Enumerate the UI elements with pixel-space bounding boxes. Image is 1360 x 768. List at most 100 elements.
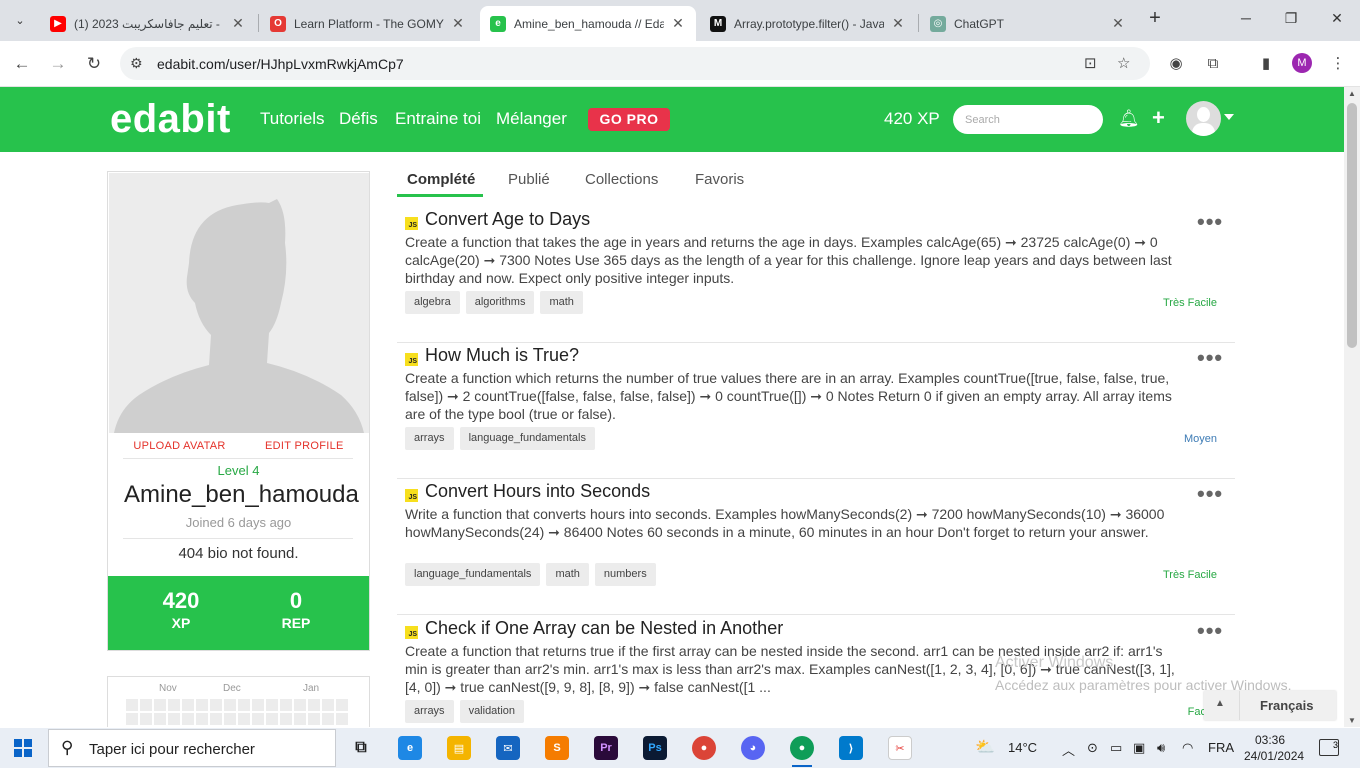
tag[interactable]: arrays [405, 427, 454, 450]
vscode-icon[interactable]: ⟩ [839, 736, 863, 760]
close-tab-icon[interactable]: ✕ [230, 15, 246, 32]
browser-tab[interactable]: ◎ ChatGPT ✕ [920, 6, 1136, 41]
new-tab-button[interactable]: + [1144, 8, 1166, 30]
chrome-profile-icon[interactable]: ● [790, 736, 814, 760]
challenge-title[interactable]: Convert Age to Days [425, 209, 590, 230]
forward-icon[interactable]: → [47, 53, 69, 75]
tab-search-dropdown-icon[interactable]: ⌄ [8, 8, 32, 32]
mail-icon[interactable]: ✉ [496, 736, 520, 760]
extension-colorful-icon[interactable]: ◉ [1165, 53, 1187, 75]
menu-kebab-icon[interactable]: ⋮ [1327, 53, 1349, 75]
plus-icon[interactable]: + [1152, 105, 1165, 131]
file-explorer-icon[interactable]: ▤ [447, 736, 471, 760]
nav-practice[interactable]: Entraine toi [395, 109, 481, 129]
scrollbar-thumb[interactable] [1347, 103, 1357, 348]
premiere-pro-icon[interactable]: Pr [594, 736, 618, 760]
activity-day [266, 699, 278, 711]
bookmark-star-icon[interactable]: ☆ [1117, 54, 1130, 72]
tab-completed[interactable]: Complété [407, 171, 475, 188]
tag[interactable]: validation [459, 700, 525, 723]
address-bar[interactable]: ⚙ edabit.com/user/HJhpLvxmRwkjAmCp7 ⊡ ☆ [120, 47, 1150, 80]
taskbar-search-placeholder[interactable]: Taper ici pour rechercher [89, 741, 255, 758]
challenge-card[interactable]: JS Convert Hours into Seconds Write a func… [397, 478, 1235, 615]
discord-icon[interactable]: ◕ [741, 736, 765, 760]
challenge-title[interactable]: How Much is True? [425, 345, 579, 366]
display-icon[interactable]: ▣ [1133, 740, 1145, 756]
close-tab-icon[interactable]: ✕ [1110, 15, 1126, 32]
close-tab-icon[interactable]: ✕ [450, 15, 466, 32]
challenge-card[interactable]: JS How Much is True? Create a function whi… [397, 342, 1235, 479]
user-avatar[interactable] [1186, 101, 1221, 136]
sublime-text-icon[interactable]: S [545, 736, 569, 760]
nav-challenges[interactable]: Défis [339, 109, 378, 129]
input-language[interactable]: FRA [1208, 740, 1234, 755]
bell-icon[interactable]: 🔔︎ [1118, 109, 1140, 129]
snipping-tool-icon[interactable]: ✂ [888, 736, 912, 760]
browser-tab[interactable]: O Learn Platform - The GOMYC ✕ [260, 6, 476, 41]
tag[interactable]: language_fundamentals [459, 427, 595, 450]
close-tab-icon[interactable]: ✕ [670, 15, 686, 32]
challenge-title[interactable]: Check if One Array can be Nested in Anot… [425, 618, 783, 639]
browser-tab[interactable]: M Array.prototype.filter() - JavaS ✕ [700, 6, 916, 41]
translate-icon[interactable]: ⊡ [1084, 54, 1097, 72]
scroll-up-icon[interactable]: ▲ [1348, 89, 1356, 98]
scroll-down-icon[interactable]: ▼ [1348, 716, 1356, 725]
more-options-icon[interactable]: ••• [1197, 345, 1223, 371]
reload-icon[interactable]: ↻ [83, 53, 105, 75]
tag[interactable]: algebra [405, 291, 460, 314]
side-panel-icon[interactable]: ▮ [1255, 53, 1277, 75]
browser-tab[interactable]: e Amine_ben_hamouda // Edabit ✕ [480, 6, 696, 41]
taskbar-search[interactable]: ⚲ Taper ici pour rechercher [48, 729, 336, 767]
edabit-logo[interactable]: edabit [110, 97, 231, 142]
search-input[interactable] [953, 105, 1103, 134]
tag[interactable]: language_fundamentals [405, 563, 541, 586]
tab-collections[interactable]: Collections [585, 171, 658, 188]
go-pro-button[interactable]: GO PRO [588, 108, 670, 131]
edge-icon[interactable]: e [398, 736, 422, 760]
nav-tutorials[interactable]: Tutoriels [260, 109, 325, 129]
language-label[interactable]: Français [1260, 698, 1313, 713]
tab-published[interactable]: Publié [508, 171, 550, 188]
tray-chevron-icon[interactable]: ︿ [1062, 740, 1075, 759]
minimize-icon[interactable]: ─ [1236, 10, 1256, 26]
tag[interactable]: algorithms [465, 291, 535, 314]
tab-favorites[interactable]: Favoris [695, 171, 744, 188]
restore-icon[interactable]: ❐ [1281, 10, 1301, 27]
tag[interactable]: arrays [405, 700, 454, 723]
nav-shuffle[interactable]: Mélanger [496, 109, 567, 129]
chevron-up-icon[interactable]: ▲ [1215, 698, 1225, 709]
network-adapter-icon[interactable]: ⊙ [1087, 740, 1098, 756]
system-clock[interactable]: 03:36 24/01/2024 [1244, 732, 1304, 764]
notification-icon[interactable]: 3 [1319, 739, 1339, 756]
challenge-card[interactable]: JS Convert Age to Days Create a function t… [397, 206, 1235, 343]
browser-profile-avatar[interactable]: M [1292, 53, 1312, 73]
volume-icon[interactable]: 🔊︎ [1157, 740, 1165, 756]
upload-avatar-link[interactable]: UPLOAD AVATAR [133, 440, 225, 452]
tag[interactable]: math [546, 563, 589, 586]
back-icon[interactable]: ← [11, 53, 33, 75]
close-tab-icon[interactable]: ✕ [890, 15, 906, 32]
extensions-puzzle-icon[interactable]: ⧉ [1202, 53, 1224, 75]
more-options-icon[interactable]: ••• [1197, 209, 1223, 235]
close-window-icon[interactable]: ✕ [1327, 10, 1347, 27]
wifi-icon[interactable]: ◠ [1182, 740, 1193, 756]
tag[interactable]: math [540, 291, 583, 314]
photoshop-icon[interactable]: Ps [643, 736, 667, 760]
windows-start-icon[interactable] [14, 739, 32, 757]
site-info-icon[interactable]: ⚙ [130, 55, 143, 72]
more-options-icon[interactable]: ••• [1197, 481, 1223, 507]
challenge-title[interactable]: Convert Hours into Seconds [425, 481, 650, 502]
weather-icon[interactable]: ⛅ [975, 737, 995, 757]
language-chip[interactable]: ▲ Français [1204, 691, 1336, 720]
edit-profile-link[interactable]: EDIT PROFILE [265, 440, 344, 452]
page-scrollbar[interactable]: ▲ ▼ [1344, 87, 1360, 727]
tag[interactable]: numbers [594, 563, 656, 586]
chrome-icon[interactable]: ● [692, 736, 716, 760]
more-options-icon[interactable]: ••• [1197, 618, 1223, 644]
url-text[interactable]: edabit.com/user/HJhpLvxmRwkjAmCp7 [157, 56, 404, 72]
task-view-icon[interactable]: ⧉ [349, 736, 373, 760]
battery-icon[interactable]: ▭ [1110, 740, 1122, 756]
chevron-down-icon[interactable] [1224, 114, 1234, 120]
browser-tab[interactable]: ▶ (1) تعليم جافاسكريبت 2023 - ✕ [40, 6, 256, 41]
weather-temp[interactable]: 14°C [1008, 740, 1037, 755]
